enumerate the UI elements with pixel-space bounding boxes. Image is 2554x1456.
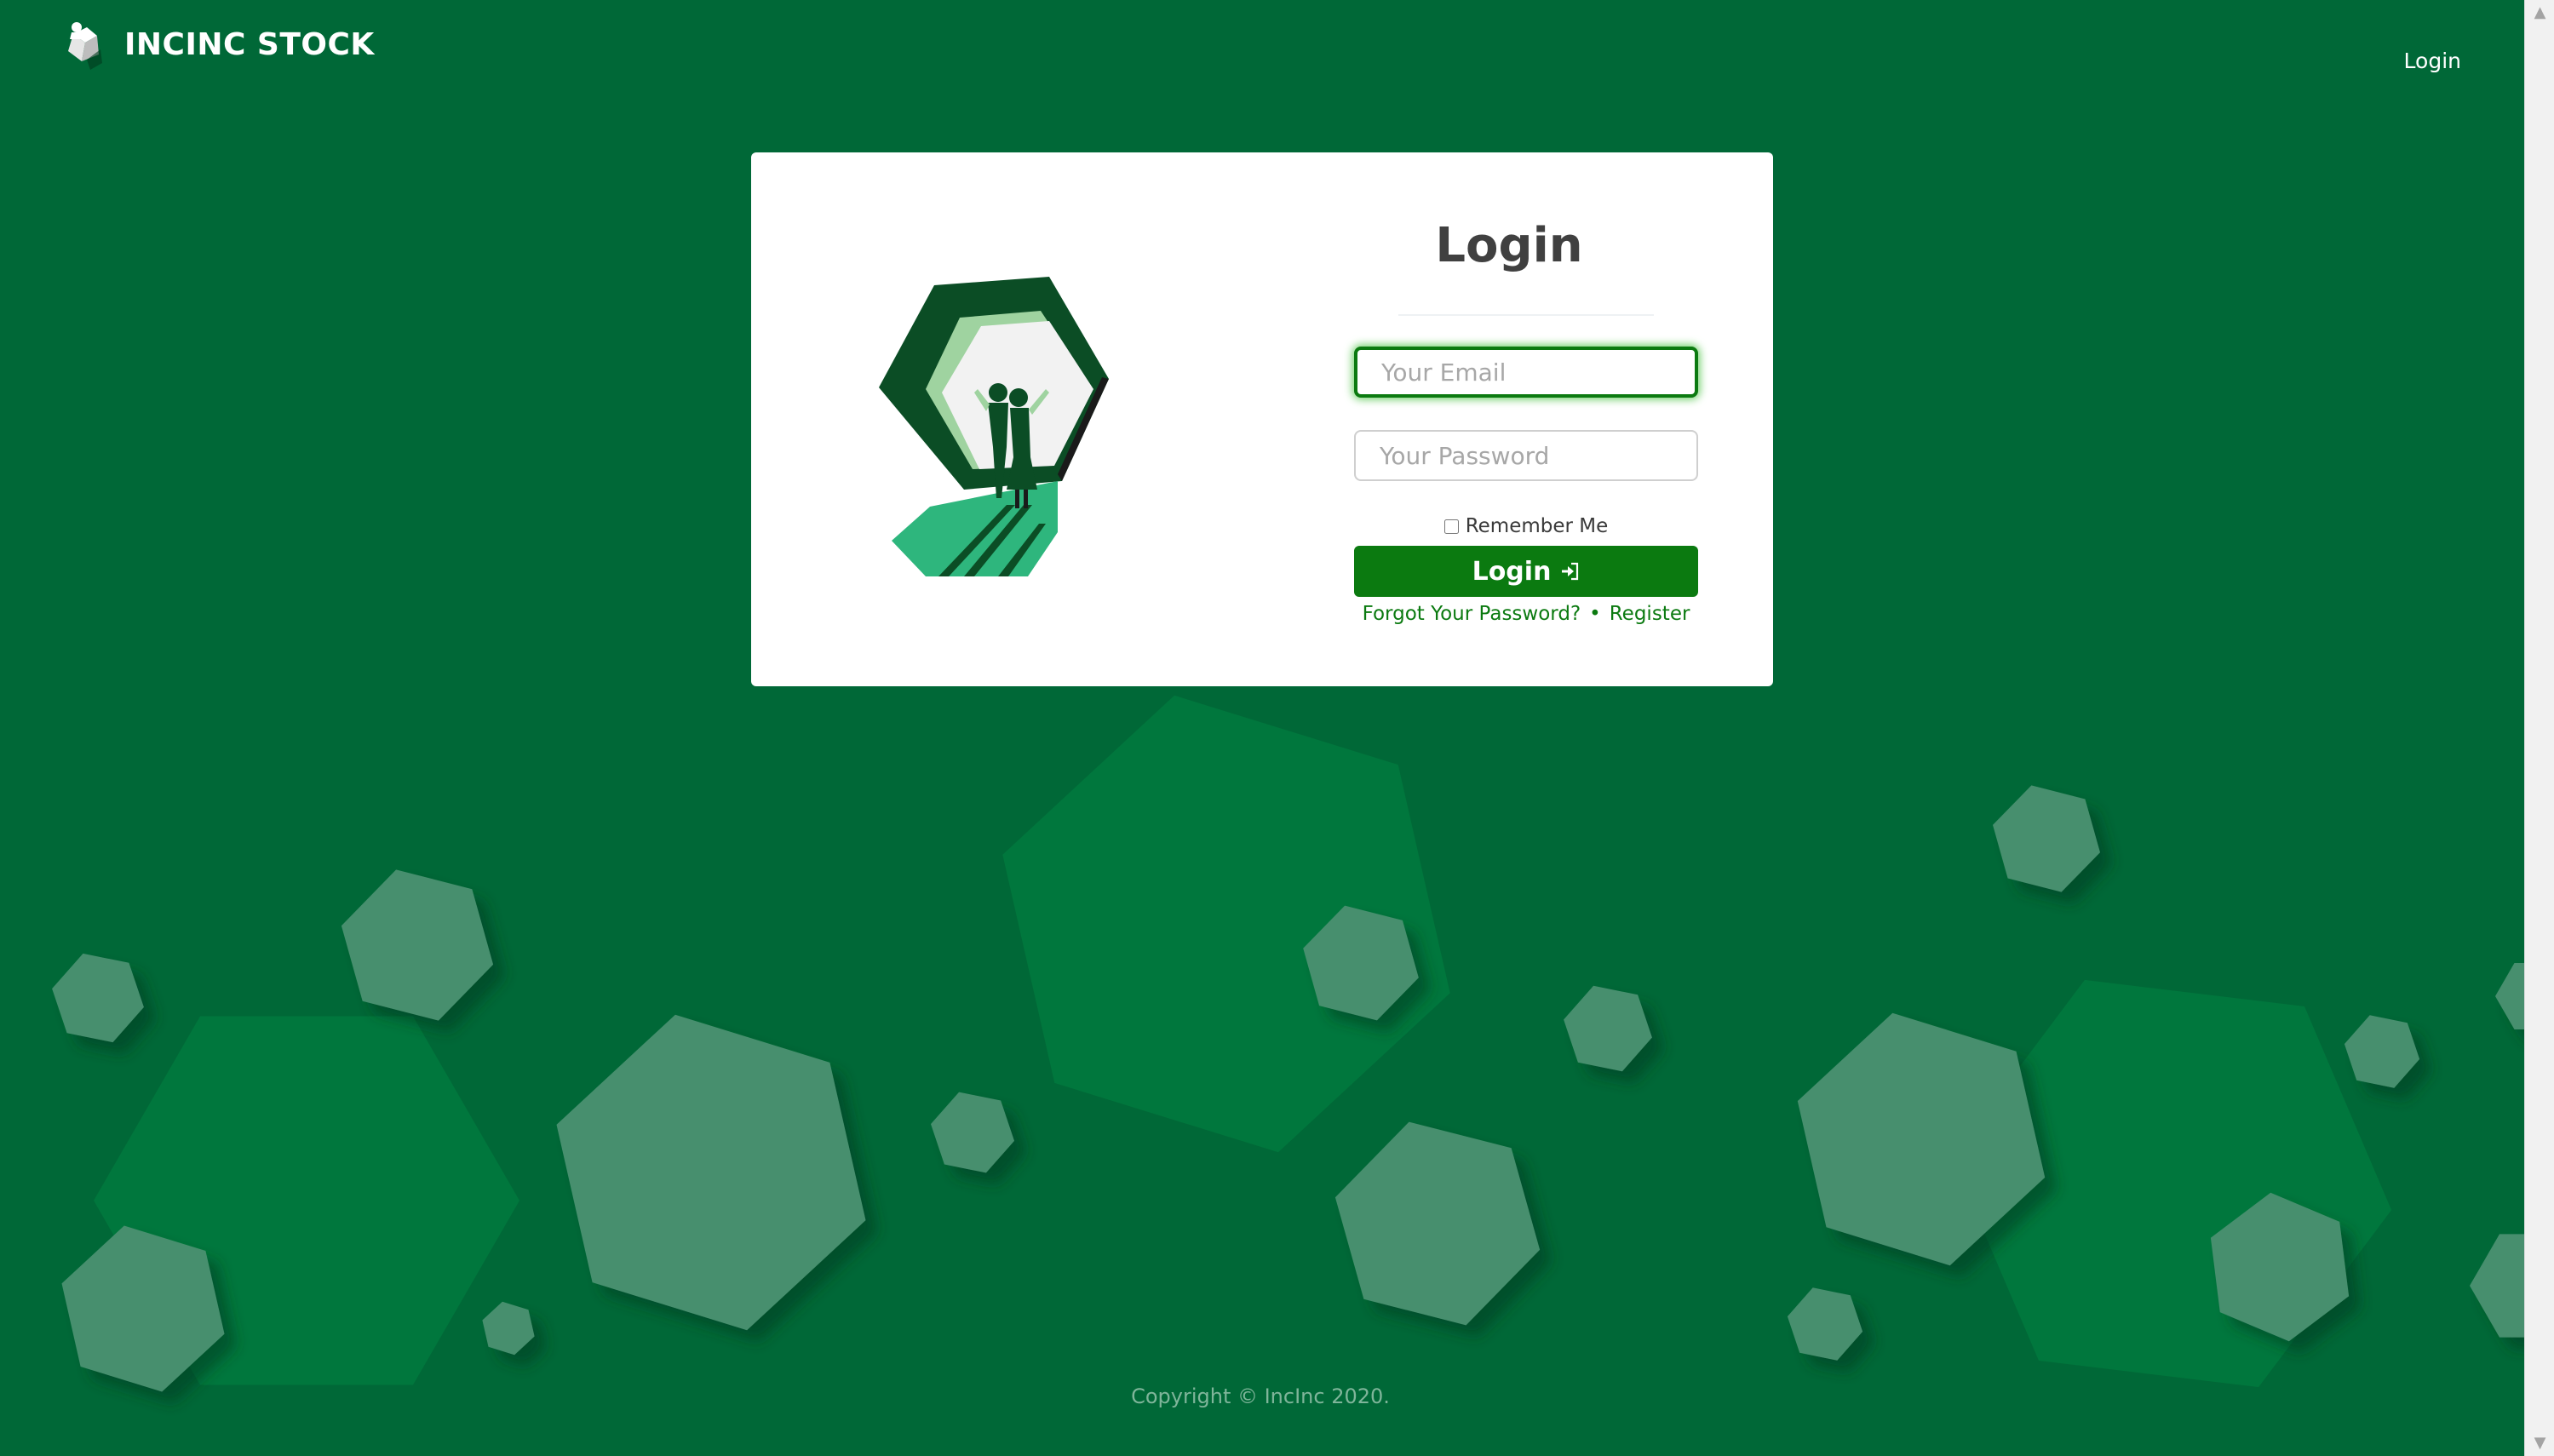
background-hexagon-small (2344, 1015, 2420, 1088)
background-hexagon-small (931, 1092, 1014, 1173)
password-field[interactable] (1354, 430, 1698, 481)
brand-link[interactable]: INCINC STOCK (61, 17, 375, 72)
login-button-label: Login (1472, 556, 1552, 587)
link-separator: • (1589, 603, 1601, 625)
page-scrollbar[interactable]: ▲ ▼ (2524, 0, 2554, 1456)
nav-login-link[interactable]: Login (2385, 44, 2461, 78)
incinc-logo-icon (68, 22, 102, 70)
auth-links: Forgot Your Password? • Register (1330, 599, 1722, 629)
scroll-up-arrow-icon[interactable]: ▲ (2525, 0, 2554, 26)
remember-me-checkbox[interactable] (1443, 519, 1459, 534)
remember-me[interactable]: Remember Me (1354, 513, 1698, 539)
background-hexagon-small (1564, 985, 1652, 1072)
background-hexagon-small (1787, 1287, 1863, 1361)
title-divider (1398, 314, 1654, 316)
remember-me-label: Remember Me (1465, 515, 1609, 537)
login-card: Login Remember Me Login Forgot Your Pass… (751, 152, 1773, 686)
copyright-text: Copyright © IncInc 2020. (1131, 1384, 1390, 1408)
sign-in-icon (1562, 562, 1579, 581)
email-field[interactable] (1354, 347, 1698, 398)
background-hexagon-small (482, 1301, 535, 1356)
login-button[interactable]: Login (1354, 546, 1698, 597)
forgot-password-link[interactable]: Forgot Your Password? (1363, 603, 1581, 625)
page-title: Login (1435, 218, 1583, 273)
background-hexagon-small (341, 869, 494, 1021)
brand-name: INCINC STOCK (124, 26, 375, 62)
hexagon-door-people-illustration (879, 277, 1109, 576)
scroll-down-arrow-icon[interactable]: ▼ (2525, 1430, 2554, 1456)
background-hexagon-small (1334, 1121, 1541, 1326)
background-hexagon-small (556, 1014, 866, 1331)
background-hexagon-small (1993, 785, 2100, 892)
background-hexagon-small (52, 953, 144, 1043)
register-link[interactable]: Register (1610, 603, 1690, 625)
